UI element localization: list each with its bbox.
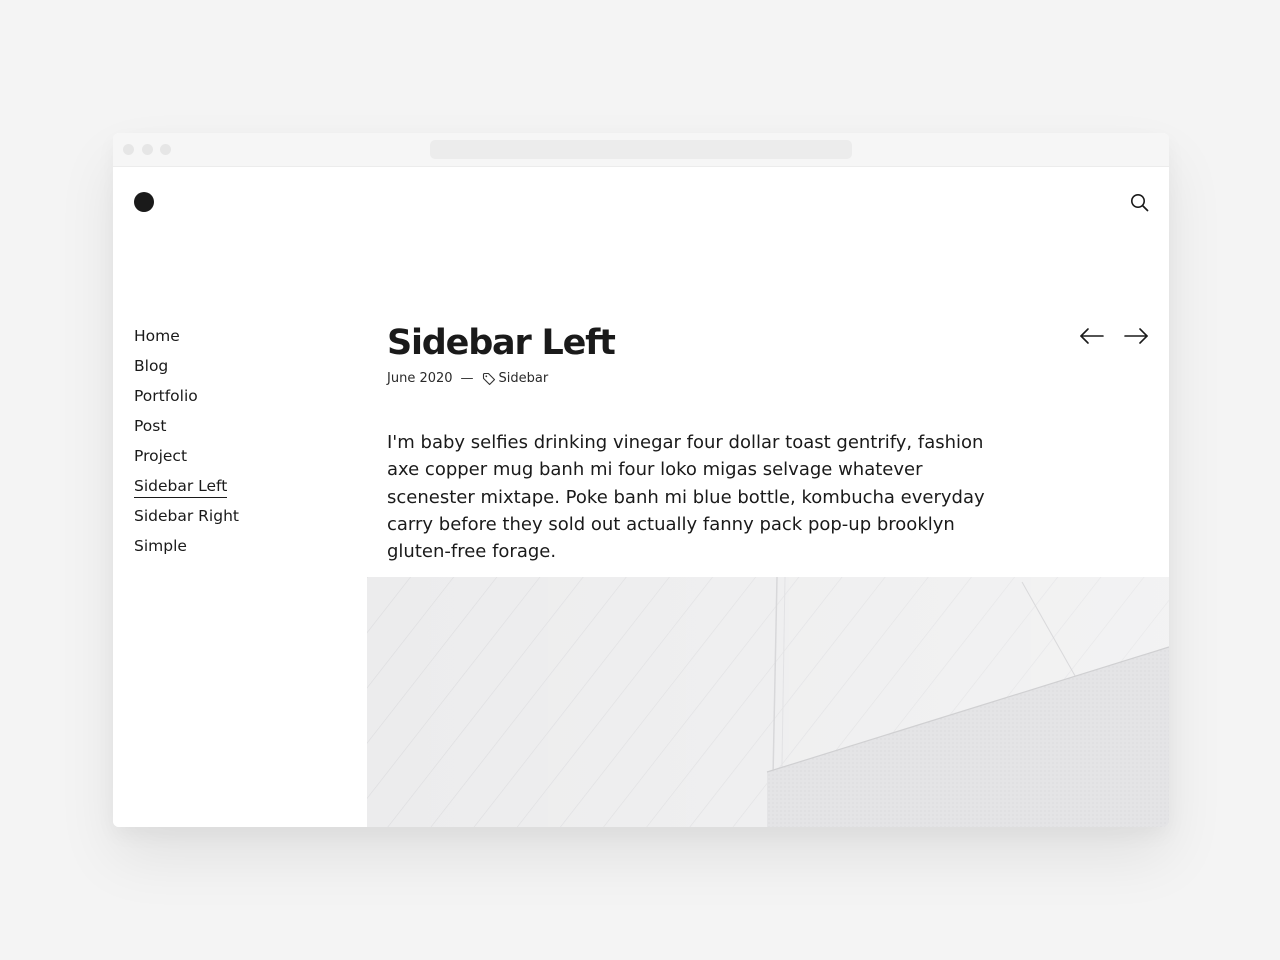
nav-item-label: Home: [134, 327, 180, 345]
nav-item-project[interactable]: Project: [134, 446, 334, 476]
browser-title-bar: [113, 133, 1169, 167]
logo-dot-icon[interactable]: [134, 192, 154, 212]
meta-separator: —: [460, 371, 474, 386]
post-meta: June 2020 — Sidebar: [387, 370, 548, 388]
nav-item-label: Simple: [134, 537, 187, 555]
nav-item-post[interactable]: Post: [134, 416, 334, 446]
address-bar[interactable]: [430, 140, 852, 159]
nav-item-label: Blog: [134, 357, 169, 375]
nav-item-sidebar-right[interactable]: Sidebar Right: [134, 506, 334, 536]
maximize-window-dot[interactable]: [160, 144, 171, 155]
arrow-left-icon[interactable]: [1078, 325, 1106, 347]
post-title: Sidebar Left: [387, 323, 616, 363]
arrow-right-icon[interactable]: [1122, 325, 1150, 347]
nav-item-simple[interactable]: Simple: [134, 536, 334, 566]
nav-item-portfolio[interactable]: Portfolio: [134, 386, 334, 416]
nav-item-label: Sidebar Right: [134, 507, 239, 525]
post-body: I'm baby selfies drinking vinegar four d…: [387, 432, 985, 563]
nav-item-label: Portfolio: [134, 387, 198, 405]
hero-image: [367, 577, 1169, 827]
browser-window: Home Blog Portfolio Post Project Sidebar…: [113, 133, 1169, 827]
nav-item-blog[interactable]: Blog: [134, 356, 334, 386]
post-date: June 2020: [387, 371, 453, 386]
page-content: Home Blog Portfolio Post Project Sidebar…: [113, 167, 1169, 827]
nav-item-label: Sidebar Left: [134, 476, 228, 498]
close-window-dot[interactable]: [123, 144, 134, 155]
post-tag-link[interactable]: Sidebar: [499, 370, 549, 388]
minimize-window-dot[interactable]: [142, 144, 153, 155]
tag-icon: [482, 372, 496, 386]
nav-item-label: Post: [134, 417, 167, 435]
post-navigation: [1078, 325, 1150, 347]
nav-item-sidebar-left[interactable]: Sidebar Left: [134, 476, 334, 506]
sidebar-nav: Home Blog Portfolio Post Project Sidebar…: [134, 326, 334, 566]
nav-item-home[interactable]: Home: [134, 326, 334, 356]
nav-item-label: Project: [134, 447, 188, 465]
search-icon[interactable]: [1129, 192, 1151, 214]
